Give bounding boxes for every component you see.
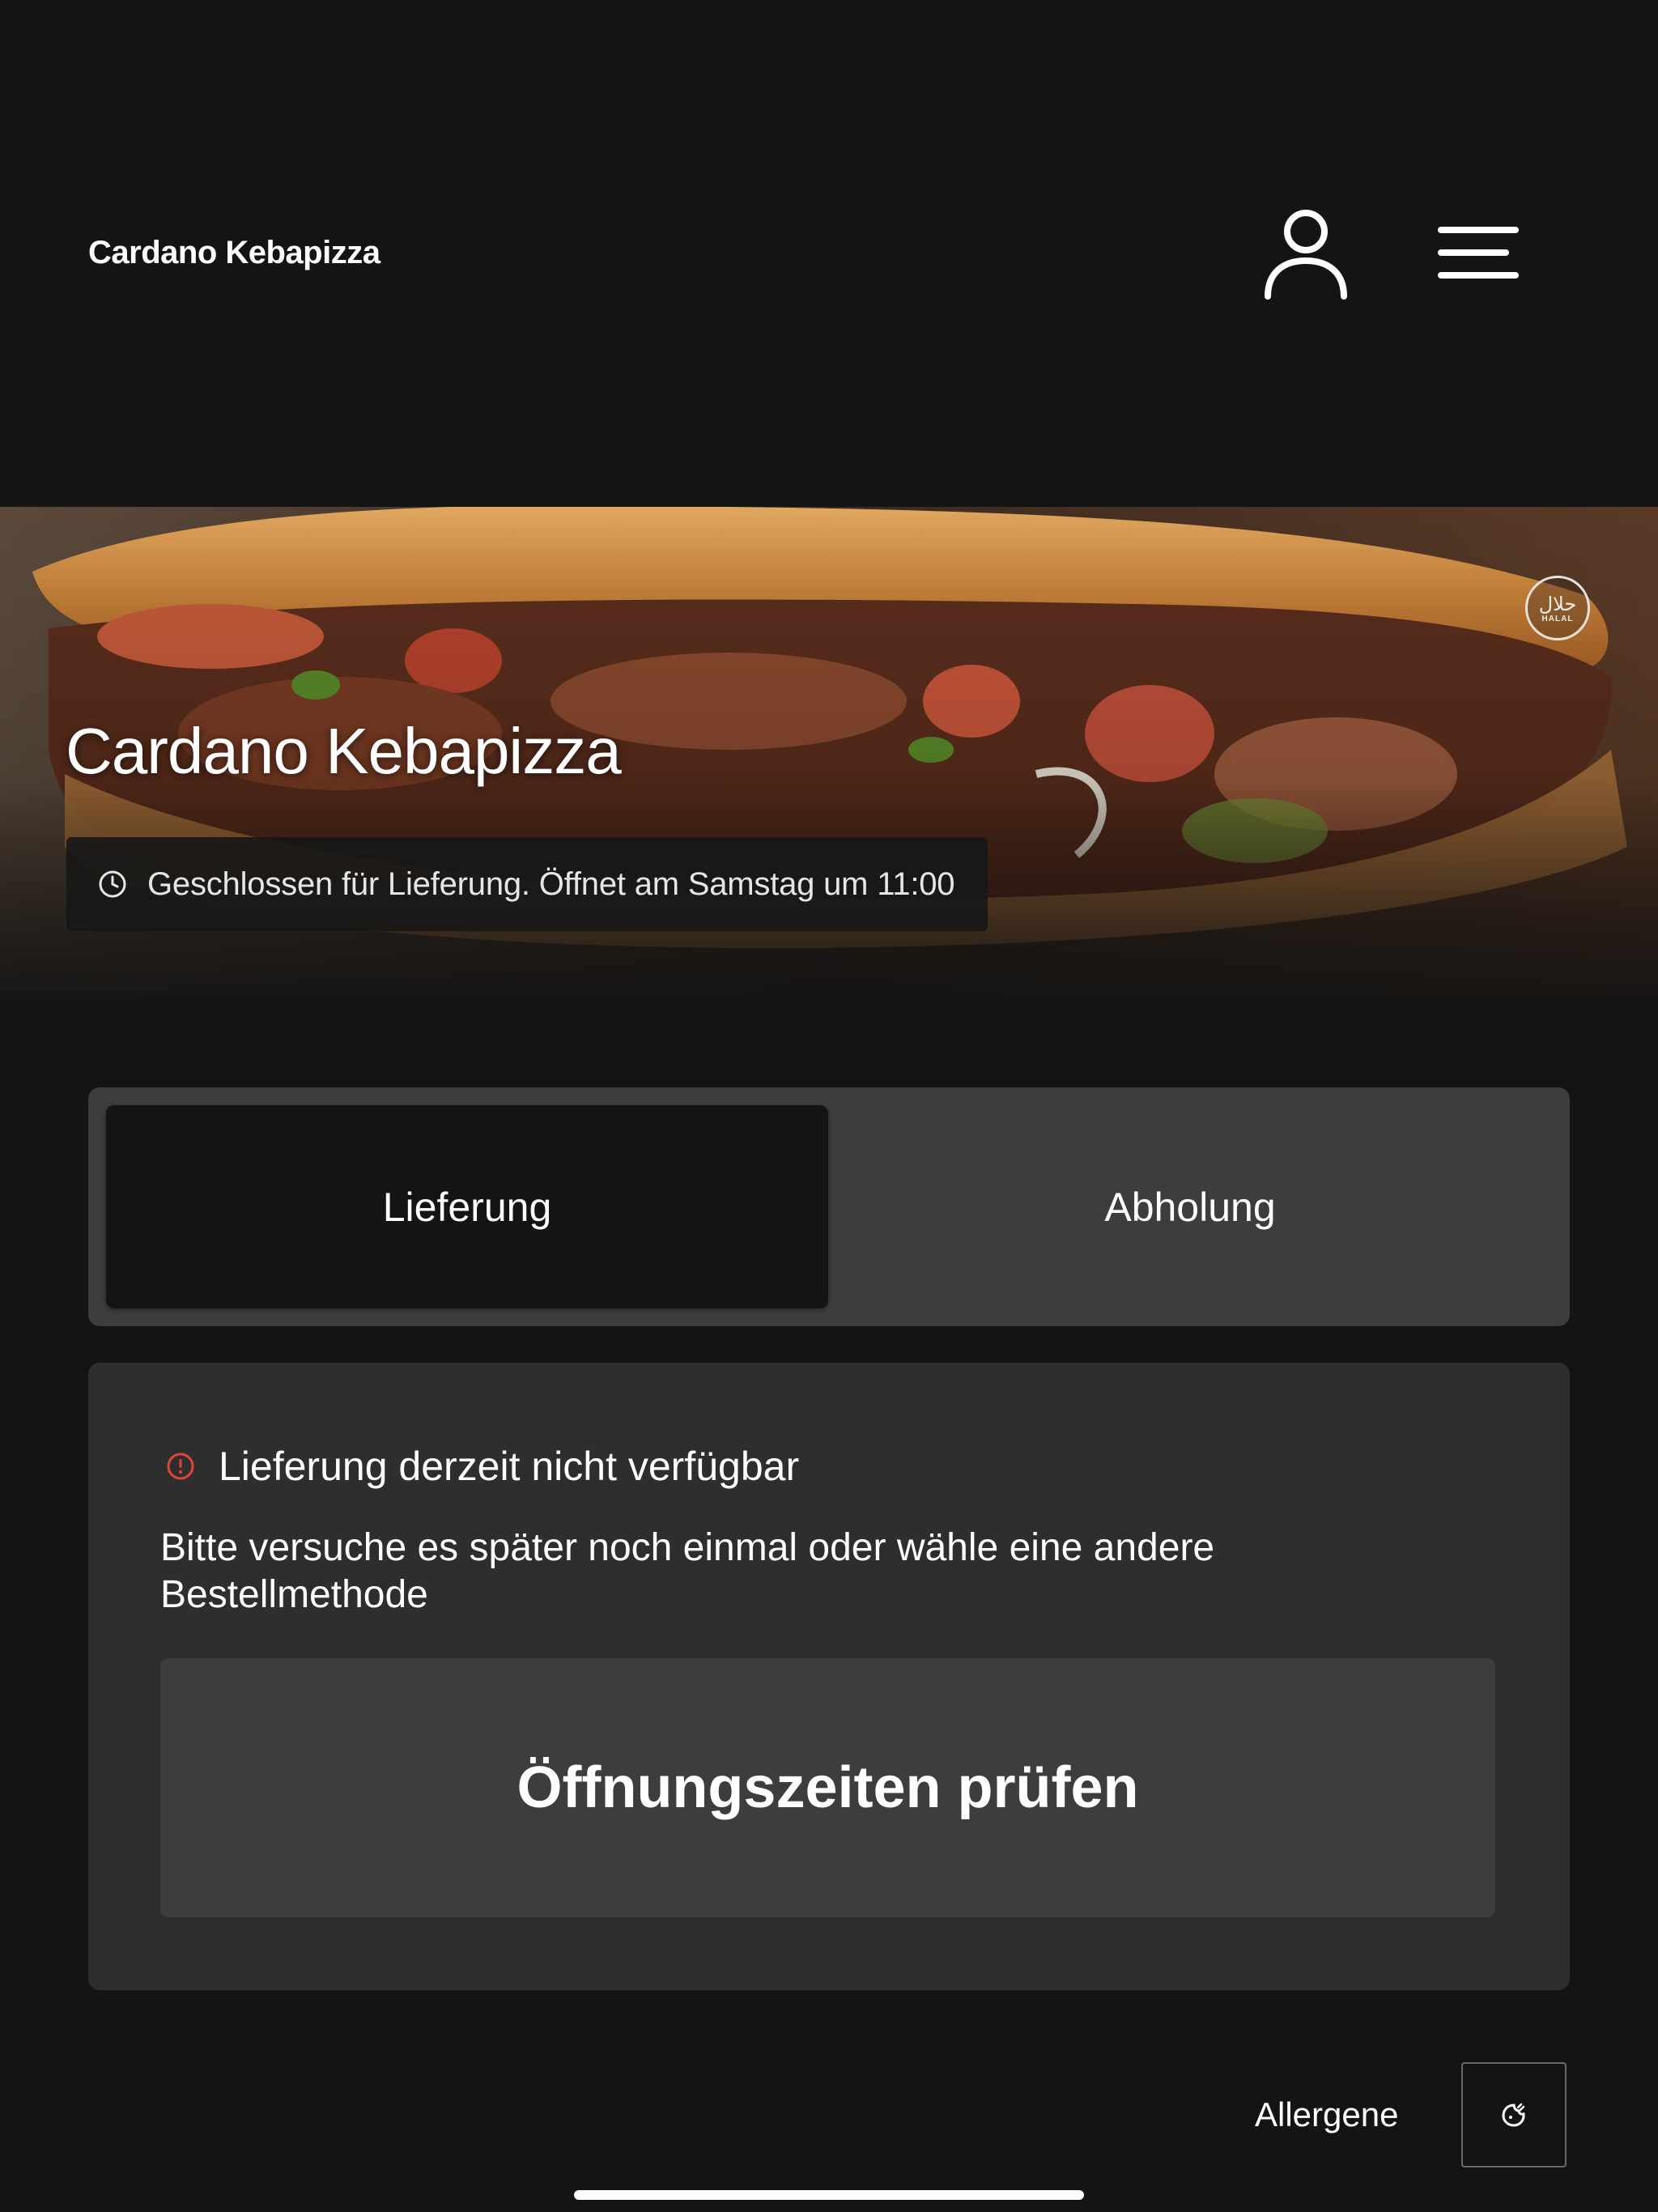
halal-badge-label: HALAL: [1541, 614, 1574, 623]
restaurant-title: Cardano Kebapizza: [66, 715, 622, 787]
notice-title: Lieferung derzeit nicht verfügbar: [219, 1444, 800, 1489]
delivery-unavailable-card: Lieferung derzeit nicht verfügbar Bitte …: [88, 1363, 1570, 1990]
order-method-tabs: Lieferung Abholung: [88, 1087, 1570, 1326]
delivery-status-banner: Geschlossen für Lieferung. Öffnet am Sam…: [66, 837, 988, 931]
tab-lieferung[interactable]: Lieferung: [106, 1105, 828, 1308]
allergens-link[interactable]: Allergene: [1255, 2095, 1398, 2134]
clock-icon: [99, 870, 126, 898]
home-indicator[interactable]: [574, 2190, 1084, 2200]
notice-heading: Lieferung derzeit nicht verfügbar: [165, 1443, 799, 1490]
info-icon: [167, 1453, 194, 1480]
hamburger-menu-icon[interactable]: [1438, 223, 1522, 282]
top-header: Cardano Kebapizza: [0, 0, 1658, 507]
brand-name[interactable]: Cardano Kebapizza: [88, 235, 380, 271]
halal-badge-arabic: حلال: [1538, 592, 1577, 615]
cookie-icon: [1502, 2103, 1525, 2127]
notice-message: Bitte versuche es später noch einmal ode…: [160, 1526, 1215, 1616]
check-opening-hours-button[interactable]: Öffnungszeiten prüfen: [160, 1658, 1495, 1917]
halal-badge: حلال HALAL: [1525, 576, 1590, 640]
user-icon[interactable]: [1263, 207, 1349, 300]
delivery-status-text: Geschlossen für Lieferung. Öffnet am Sam…: [147, 866, 955, 902]
tab-abholung[interactable]: Abholung: [829, 1105, 1551, 1308]
cookie-settings-button[interactable]: [1461, 2062, 1567, 2167]
